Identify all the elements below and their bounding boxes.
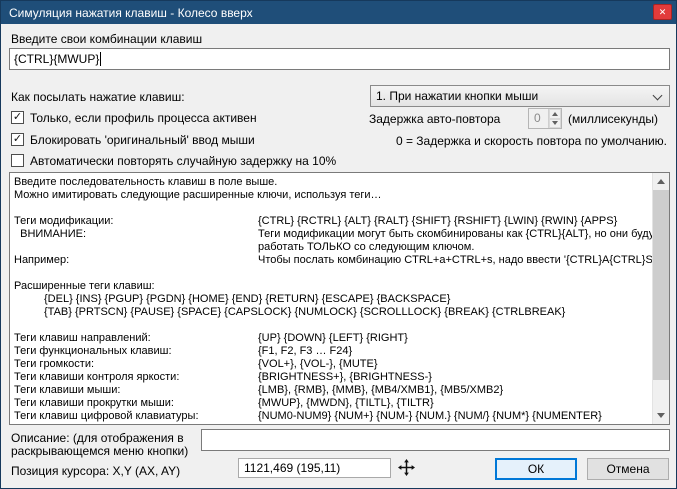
help-row-label: ВНИМАНИЕ: [14, 228, 87, 240]
random-delay-label: Автоматически повторять случайную задерж… [30, 154, 337, 168]
help-row: Теги клавиш направлений: {UP} {DOWN} {LEF… [14, 332, 652, 345]
help-row: {TAB} {PRTSCN} {PAUSE} {SPACE} {CAPSLOCK… [14, 306, 652, 319]
help-row-text: Можно имитировать следующие расширенные … [14, 189, 382, 201]
help-row-label: Теги клавиш направлений: [14, 332, 151, 344]
help-row: Теги клавиши мыши: {LMB}, {RMB}, {MMB}, {… [14, 384, 652, 397]
send-mode-label: Как посылать нажатие клавиш: [11, 90, 185, 104]
help-row-text: Теги модификации могут быть скомбинирова… [258, 228, 652, 240]
help-row-text: работать ТОЛЬКО со следующим ключом. [258, 241, 475, 253]
help-row-text: {UP} {DOWN} {LEFT} {RIGHT} [258, 332, 408, 344]
help-row: {DEL} {INS} {PGUP} {PGDN} {HOME} {END} {… [14, 293, 652, 306]
dialog-window: Симуляция нажатия клавиш - Колесо вверх … [0, 0, 677, 489]
spinner-up-button[interactable] [549, 109, 561, 119]
help-row-label: Например: [14, 254, 70, 266]
help-row-label: Теги клавиш цифровой клавиатуры: [14, 410, 199, 422]
check-icon: ✓ [12, 133, 23, 145]
help-row: Теги клавиши контроля яркости: {BRIGHTNES… [14, 371, 652, 384]
help-row-label: Теги клавиши контроля яркости: [14, 371, 180, 383]
profile-active-checkbox[interactable]: ✓ [11, 111, 24, 124]
key-combination-input[interactable]: {CTRL}{MWUP} [9, 48, 670, 70]
scrollbar[interactable] [652, 173, 669, 424]
titlebar[interactable]: Симуляция нажатия клавиш - Колесо вверх … [1, 1, 676, 24]
cursor-position-picker-button[interactable] [395, 457, 417, 479]
help-row-text: {DEL} {INS} {PGUP} {PGDN} {HOME} {END} {… [44, 293, 451, 305]
help-row-text: Расширенные теги клавиш: [14, 280, 155, 292]
triangle-down-icon [657, 413, 665, 418]
help-row-text: {CTRL} {RCTRL} {ALT} {RALT} {SHIFT} {RSH… [258, 215, 618, 227]
help-row-text: {MWUP}, {MWDN}, {TILTL}, {TILTR} [258, 397, 434, 409]
help-row-text: {F1, F2, F3 … F24} [258, 345, 353, 357]
send-mode-dropdown[interactable]: 1. При нажатии кнопки мыши [370, 85, 670, 107]
scrollbar-thumb[interactable] [653, 190, 669, 380]
help-row-label: Теги клавиши мыши: [14, 384, 121, 396]
help-row: Например: Чтобы послать комбинацию CTRL+a… [14, 254, 652, 267]
profile-active-label: Только, если профиль процесса активен [30, 111, 257, 125]
description-label: Описание: (для отображения в раскрывающе… [11, 431, 189, 458]
help-text-area[interactable]: Введите последовательность клавиш в поле… [9, 172, 670, 425]
help-row-text: {NUM0-NUM9} {NUM+} {NUM-} {NUM.} {NUM/} … [258, 410, 602, 422]
help-row: Теги функциональных клавиш: {F1, F2, F3 …… [14, 345, 652, 358]
scroll-up-button[interactable] [653, 173, 669, 190]
key-combination-value: {CTRL}{MWUP} [14, 52, 100, 66]
block-original-input-label: Блокировать 'оригинальный' ввод мыши [30, 133, 255, 147]
scroll-down-button[interactable] [653, 407, 669, 424]
help-row-label: Теги функциональных клавиш: [14, 345, 172, 357]
close-button[interactable]: ✕ [653, 4, 672, 20]
help-row-text: {TAB} {PRTSCN} {PAUSE} {SPACE} {CAPSLOCK… [44, 306, 566, 318]
cursor-position-value: 1121,469 (195,11) [238, 458, 391, 478]
delay-hint-label: 0 = Задержка и скорость повтора по умолч… [395, 134, 667, 148]
spinner-buttons [548, 109, 561, 128]
help-content: Введите последовательность клавиш в поле… [10, 173, 652, 424]
check-icon: ✓ [12, 111, 23, 123]
block-original-input-checkbox[interactable]: ✓ [11, 133, 24, 146]
help-row [14, 319, 652, 332]
help-row-text: {BRIGHTNESS+}, {BRIGHTNESS-} [258, 371, 432, 383]
help-row: Теги громкости: {VOL+}, {VOL-}, {MUTE} [14, 358, 652, 371]
help-row-label: Теги клавиши прокрутки мыши: [14, 397, 174, 409]
help-row [14, 202, 652, 215]
cursor-position-label: Позиция курсора: X,Y (AX, AY) [11, 464, 181, 478]
help-row: Теги клавиш цифровой клавиатуры: {NUM0-NU… [14, 410, 652, 423]
scrollbar-track[interactable] [653, 190, 669, 407]
text-caret [100, 52, 102, 66]
help-row-text: {LMB}, {RMB}, {MMB}, {MB4/XMB1}, {MB5/XM… [258, 384, 504, 396]
triangle-up-icon [552, 111, 558, 116]
ok-button[interactable]: ОК [495, 458, 577, 480]
random-delay-checkbox[interactable]: ✓ [11, 154, 24, 167]
help-row-label: Теги модификации: [14, 215, 114, 227]
help-row: Введите последовательность клавиш в поле… [14, 176, 652, 189]
help-row-text: {VOL+}, {VOL-}, {MUTE} [258, 358, 378, 370]
spinner-down-button[interactable] [549, 118, 561, 128]
chevron-down-icon [652, 90, 663, 101]
send-mode-value: 1. При нажатии кнопки мыши [376, 89, 539, 103]
close-icon: ✕ [658, 6, 667, 17]
help-row: работать ТОЛЬКО со следующим ключом. [14, 241, 652, 254]
help-row: Расширенные теги клавиш: [14, 280, 652, 293]
help-row-text: Чтобы послать комбинацию CTRL+a+CTRL+s, … [258, 254, 652, 266]
help-row [14, 267, 652, 280]
auto-repeat-delay-value[interactable]: 0 [529, 109, 548, 128]
triangle-up-icon [657, 179, 665, 184]
help-row: ВНИМАНИЕ: Теги модификации могут быть ско… [14, 228, 652, 241]
help-row: Теги модификации: {CTRL} {RCTRL} {ALT} {R… [14, 215, 652, 228]
auto-repeat-delay-label: Задержка авто-повтора [369, 112, 501, 126]
description-input[interactable] [201, 429, 670, 451]
window-title: Симуляция нажатия клавиш - Колесо вверх [9, 5, 253, 20]
key-combination-label: Введите свои комбинации клавиш [11, 32, 203, 46]
crosshair-icon [397, 459, 415, 476]
auto-repeat-delay-spinner: 0 [528, 108, 562, 129]
help-row: Теги клавиши прокрутки мыши: {MWUP}, {MWD… [14, 397, 652, 410]
triangle-down-icon [552, 121, 558, 126]
help-row-text: Введите последовательность клавиш в поле… [14, 176, 278, 188]
cancel-button[interactable]: Отмена [587, 458, 669, 480]
help-row: Можно имитировать следующие расширенные … [14, 189, 652, 202]
help-row-label: Теги громкости: [14, 358, 95, 370]
milliseconds-label: (миллисекунды) [568, 112, 658, 126]
